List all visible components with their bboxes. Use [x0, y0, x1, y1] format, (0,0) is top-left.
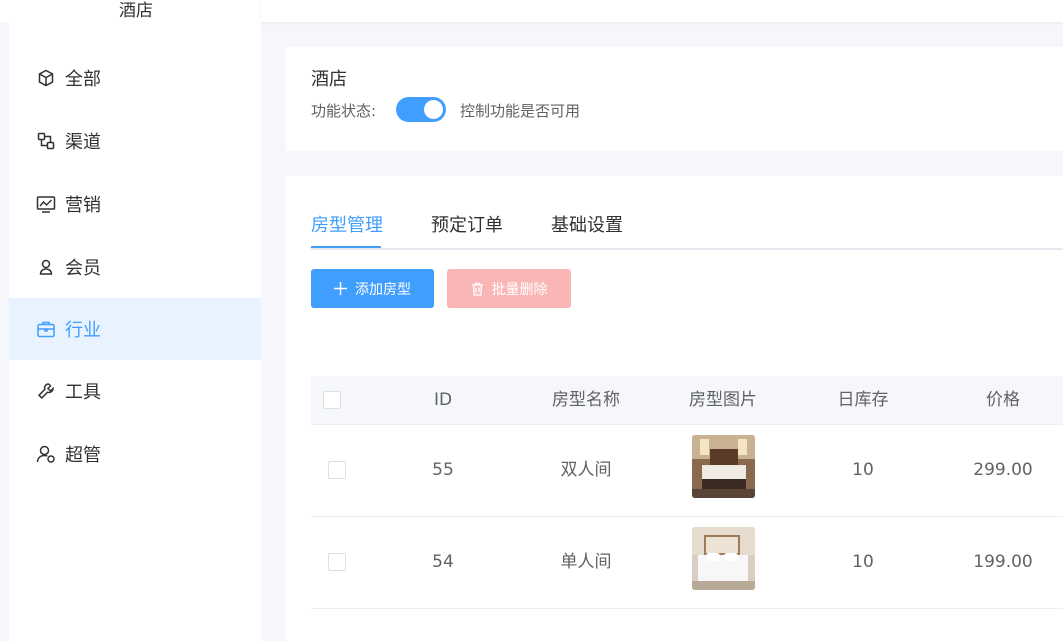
plus-icon [334, 282, 347, 295]
cell-room-name: 双人间 [560, 460, 612, 480]
sidebar-header: 酒店 [0, 0, 261, 22]
room-image-thumbnail[interactable] [692, 435, 755, 498]
batch-delete-label: 批量删除 [491, 281, 548, 298]
cell-daily-stock: 10 [852, 460, 874, 480]
sidebar-item-admin[interactable]: 超管 [9, 423, 261, 485]
sidebar-item-label: 营销 [65, 195, 101, 216]
header-room-image: 房型图片 [689, 390, 757, 410]
cell-id: 55 [432, 460, 454, 480]
cell-price: 299.00 [973, 460, 1033, 480]
sidebar-item-all[interactable]: 全部 [9, 47, 261, 109]
toggle-knob [424, 100, 443, 119]
sidebar-item-label: 全部 [65, 69, 101, 90]
header-id: ID [433, 390, 453, 410]
trash-icon [471, 282, 484, 296]
status-description: 控制功能是否可用 [460, 102, 581, 120]
header-daily-stock: 日库存 [837, 390, 889, 410]
member-icon [35, 256, 57, 278]
sidebar-item-tools[interactable]: 工具 [9, 360, 261, 422]
add-room-type-button[interactable]: 添加房型 [311, 269, 434, 308]
app-root: 酒店 全部 渠道 营销 会员 行业 工具 超管 酒店 功能状态: 控制功能是否可… [0, 0, 1063, 641]
tab-bar: 房型管理 预定订单 基础设置 [311, 212, 1063, 250]
cell-room-name: 单人间 [560, 552, 612, 572]
sidebar: 酒店 全部 渠道 营销 会员 行业 工具 超管 [0, 0, 261, 641]
sidebar-item-label: 超管 [65, 445, 101, 466]
sidebar-item-label: 行业 [65, 320, 101, 341]
sidebar-item-marketing[interactable]: 营销 [9, 173, 261, 235]
add-room-type-label: 添加房型 [355, 281, 411, 298]
row-checkbox[interactable] [328, 553, 346, 571]
feature-card: 酒店 功能状态: 控制功能是否可用 [286, 47, 1063, 151]
main-card: 房型管理 预定订单 基础设置 添加房型 批量删除 ID 房型名称 房型图片 日库… [286, 176, 1063, 641]
sidebar-item-label: 工具 [65, 382, 101, 403]
status-label: 功能状态: [311, 102, 377, 120]
cube-icon [35, 67, 57, 89]
feature-status-toggle[interactable] [396, 97, 446, 122]
table-row: 54 单人间 10 199.00 [311, 517, 1063, 609]
tab-basic-settings[interactable]: 基础设置 [551, 214, 623, 250]
table-row: 55 双人间 10 299.00 [311, 425, 1063, 517]
tab-room-types[interactable]: 房型管理 [311, 214, 383, 250]
select-all-checkbox[interactable] [323, 391, 341, 409]
top-bar [261, 0, 1063, 22]
feature-name: 酒店 [311, 69, 347, 90]
sidebar-title: 酒店 [96, 0, 176, 22]
sidebar-item-label: 渠道 [65, 132, 101, 153]
header-room-name: 房型名称 [552, 390, 620, 410]
channel-icon [35, 130, 57, 152]
batch-delete-button[interactable]: 批量删除 [447, 269, 571, 308]
active-tab-indicator [311, 246, 381, 248]
sidebar-item-industry[interactable]: 行业 [9, 298, 261, 360]
header-price: 价格 [986, 390, 1020, 410]
sidebar-item-member[interactable]: 会员 [9, 236, 261, 298]
briefcase-icon [35, 318, 57, 340]
wrench-icon [35, 380, 57, 402]
sidebar-menu: 全部 渠道 营销 会员 行业 工具 超管 [9, 22, 261, 641]
cell-daily-stock: 10 [852, 552, 874, 572]
table-header: ID 房型名称 房型图片 日库存 价格 [311, 376, 1063, 425]
marketing-chart-icon [35, 193, 57, 215]
sidebar-item-channel[interactable]: 渠道 [9, 110, 261, 172]
admin-user-icon [35, 443, 57, 465]
tab-reservations[interactable]: 预定订单 [431, 214, 503, 250]
cell-price: 199.00 [973, 552, 1033, 572]
sidebar-item-label: 会员 [65, 258, 101, 279]
cell-id: 54 [432, 552, 454, 572]
room-image-thumbnail[interactable] [692, 527, 755, 590]
row-checkbox[interactable] [328, 461, 346, 479]
